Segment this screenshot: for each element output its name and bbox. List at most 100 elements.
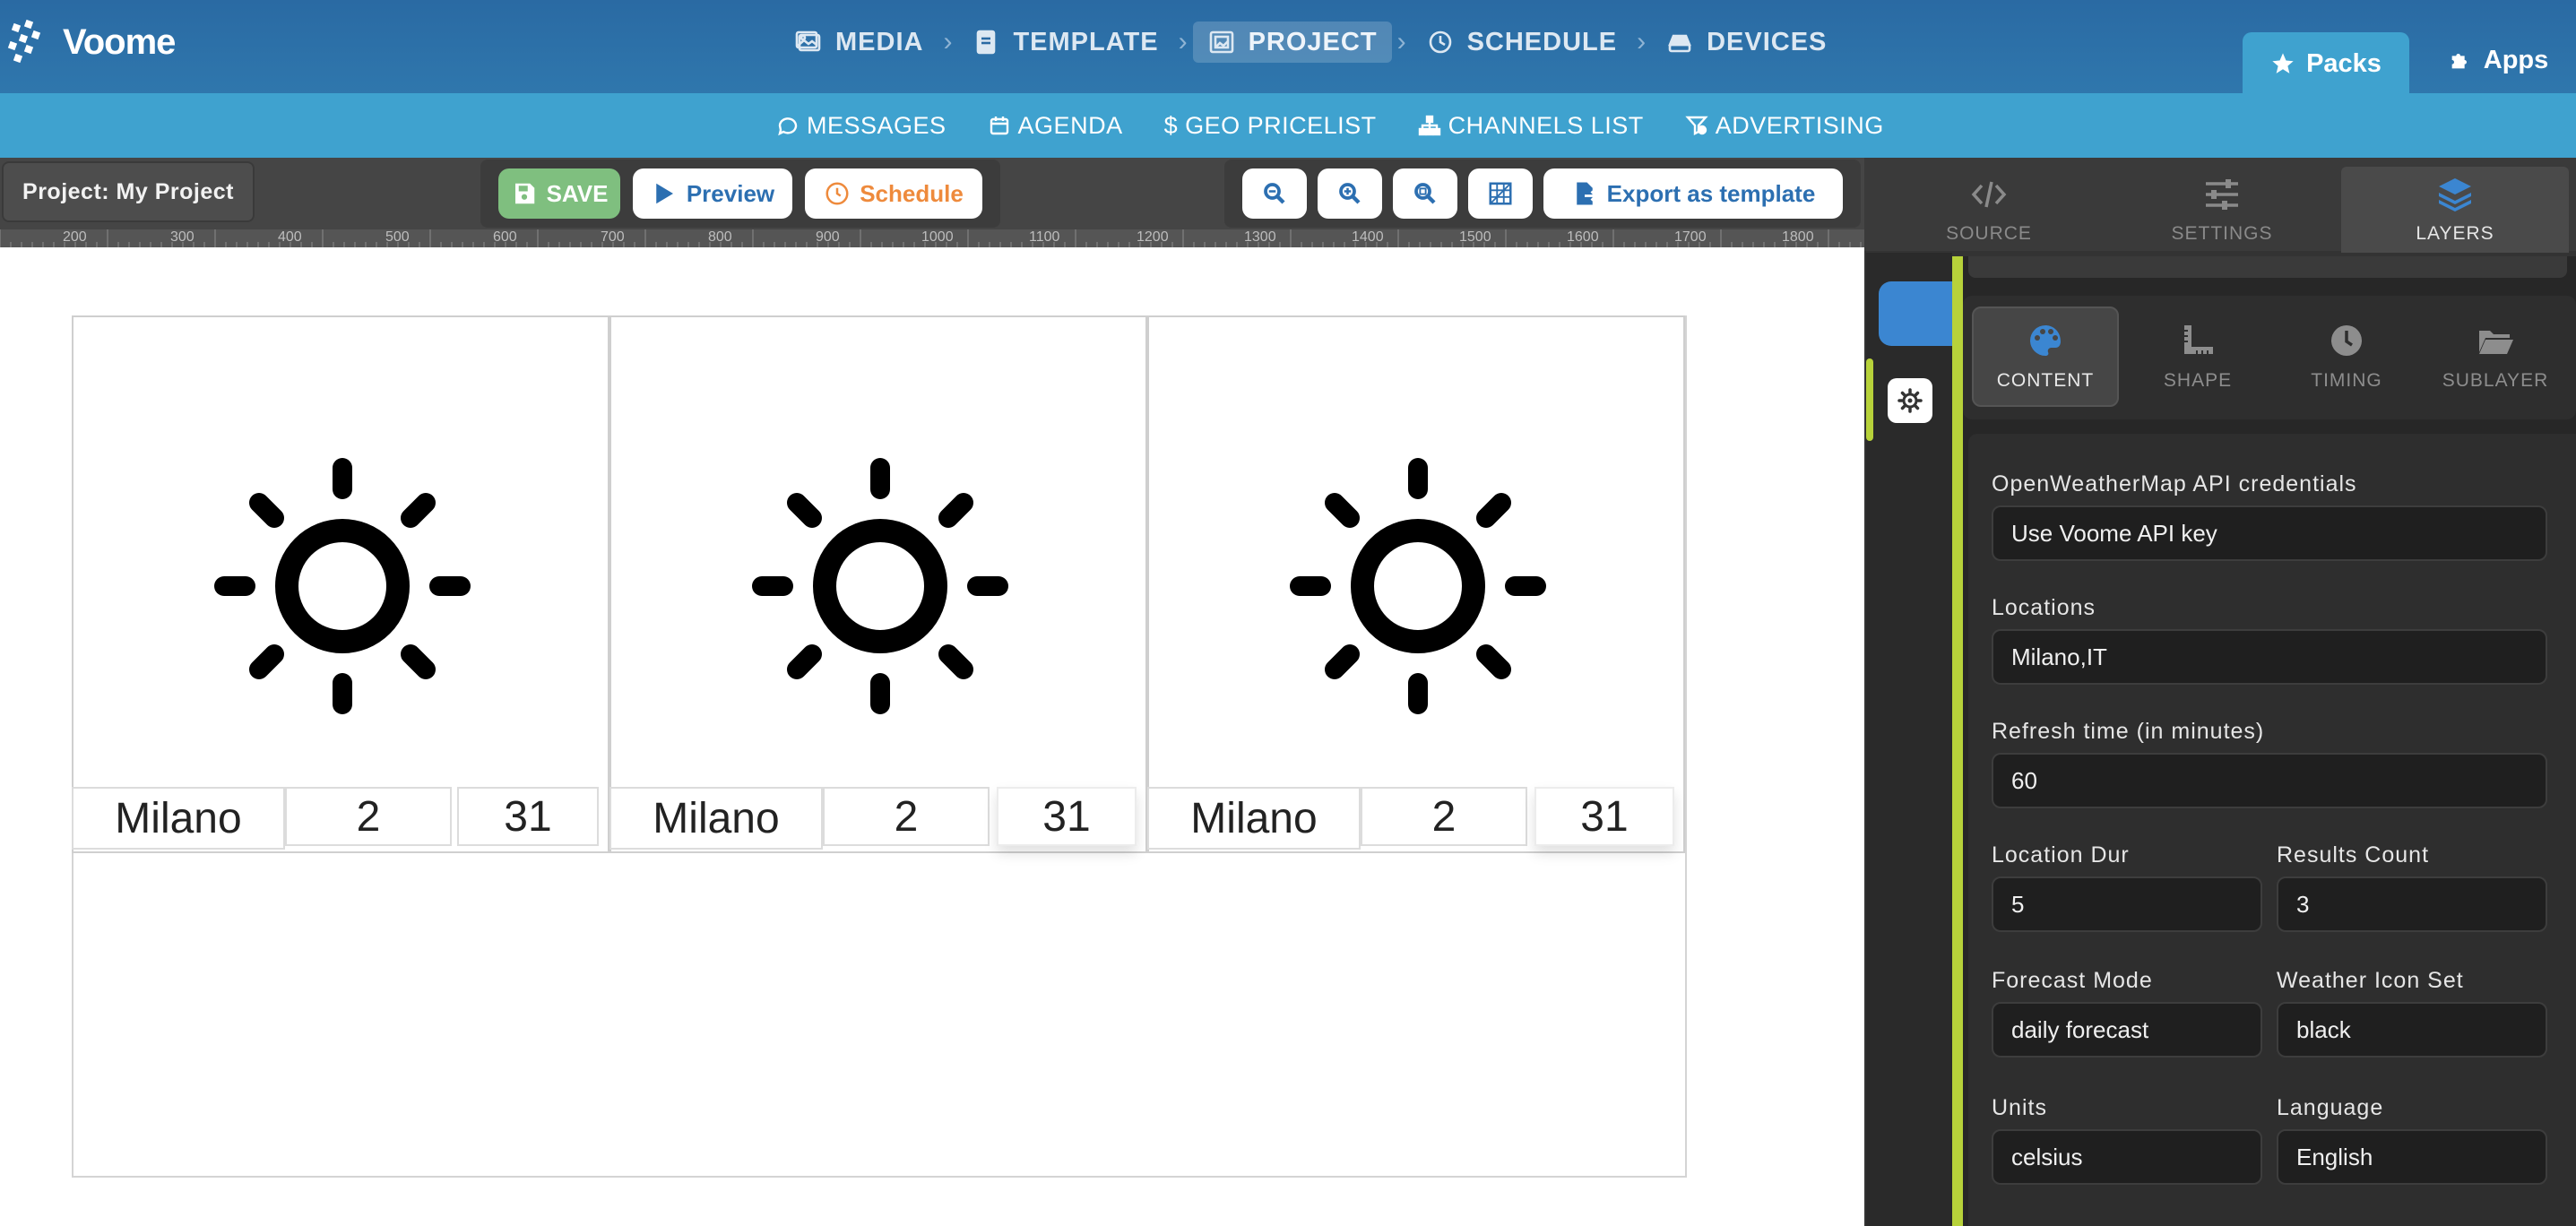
language-select[interactable]: English — [2277, 1129, 2547, 1185]
step-devices-label: DEVICES — [1707, 27, 1828, 56]
folder-icon — [2479, 331, 2513, 354]
tab-sublayer[interactable]: SUBLAYER — [2422, 306, 2569, 407]
image-icon — [795, 30, 821, 52]
temperature-cell: 31 — [997, 787, 1137, 846]
tab-source-label: SOURCE — [1946, 223, 2032, 244]
play-icon — [656, 183, 673, 204]
locations-input[interactable]: Milano,IT — [1992, 629, 2547, 685]
sitemap-icon — [1418, 115, 1440, 136]
units-select[interactable]: celsius — [1992, 1129, 2262, 1185]
day-cell: 2 — [823, 787, 990, 846]
nav-agenda-label: AGENDA — [1017, 111, 1123, 139]
tab-sublayer-label: SUBLAYER — [2442, 370, 2549, 391]
sun-icon — [1290, 458, 1546, 714]
forecast-mode-select[interactable]: daily forecast — [1992, 1002, 2262, 1058]
location-dur-input[interactable]: 5 — [1992, 876, 2262, 932]
refresh-time-input[interactable]: 60 — [1992, 753, 2547, 808]
day-cell: 2 — [1361, 787, 1527, 846]
ruler-label: 1600 — [1567, 229, 1599, 245]
units-label: Units — [1992, 1095, 2047, 1120]
credentials-select[interactable]: Use Voome API key — [1992, 505, 2547, 561]
day-cell: 2 — [285, 787, 452, 846]
floppy-icon — [514, 183, 534, 204]
layer-item-selected[interactable] — [1879, 281, 1954, 346]
document-icon — [977, 30, 996, 55]
tab-content[interactable]: CONTENT — [1972, 306, 2119, 407]
layers-icon — [2439, 178, 2471, 212]
chevron-right-icon: › — [1396, 27, 1406, 56]
nav-advertising[interactable]: ADVERTISING — [1685, 112, 1884, 140]
zoom-out-button[interactable] — [1242, 168, 1307, 219]
sliders-icon — [2206, 179, 2238, 210]
ruler-label: 1800 — [1782, 229, 1814, 245]
packs-tab-label: Packs — [2306, 48, 2382, 78]
city-cell: Milano — [1147, 787, 1361, 850]
chat-icon — [778, 117, 798, 136]
apps-tab-label: Apps — [2483, 45, 2549, 74]
ruler-label: 1700 — [1674, 229, 1707, 245]
grid-toggle-button[interactable] — [1468, 168, 1533, 219]
clock-icon — [826, 182, 849, 205]
chevron-right-icon: › — [943, 27, 953, 56]
sun-icon — [752, 458, 1008, 714]
nav-geo-pricelist-label: GEO PRICELIST — [1185, 111, 1377, 139]
step-schedule-label: SCHEDULE — [1466, 27, 1618, 56]
results-count-input[interactable]: 3 — [2277, 876, 2547, 932]
logo-mark-icon — [7, 19, 41, 64]
ruler-label: 500 — [385, 229, 410, 245]
icon-set-label: Weather Icon Set — [2277, 968, 2464, 993]
ruler-label: 1100 — [1029, 229, 1060, 245]
locations-label: Locations — [1992, 595, 2096, 620]
tab-content-label: CONTENT — [1996, 370, 2095, 391]
nav-geo-pricelist[interactable]: $ GEO PRICELIST — [1164, 112, 1377, 140]
star-icon — [2272, 53, 2294, 73]
wizard-steps: MEDIA › TEMPLATE › PROJECT › SCHEDULE › … — [780, 22, 1841, 63]
nav-messages[interactable]: MESSAGES — [776, 112, 947, 140]
weather-card[interactable]: Milano 2 31 — [72, 315, 609, 853]
step-project[interactable]: PROJECT — [1192, 22, 1392, 63]
step-media[interactable]: MEDIA — [780, 22, 938, 63]
apps-tab[interactable]: Apps — [2420, 32, 2576, 88]
location-dur-label: Location Dur — [1992, 842, 2130, 868]
city-cell: Milano — [72, 787, 285, 850]
tab-timing[interactable]: TIMING — [2273, 306, 2420, 407]
save-button[interactable]: SAVE — [498, 168, 620, 219]
zoom-fit-button[interactable] — [1393, 168, 1457, 219]
preview-button-label: Preview — [686, 179, 775, 207]
ruler-label: 1000 — [921, 229, 954, 245]
voome-logo[interactable]: Voome — [5, 13, 176, 72]
step-schedule[interactable]: SCHEDULE — [1412, 22, 1632, 63]
nav-channels-list[interactable]: CHANNELS LIST — [1418, 112, 1644, 140]
tab-source[interactable]: SOURCE — [1875, 167, 2103, 253]
export-template-button[interactable]: Export as template — [1543, 168, 1843, 219]
step-devices[interactable]: DEVICES — [1651, 22, 1841, 63]
nav-agenda[interactable]: AGENDA — [988, 112, 1123, 140]
zoom-in-button[interactable] — [1318, 168, 1382, 219]
ad-icon — [1685, 116, 1708, 135]
project-name-label: Project: My Project — [2, 161, 255, 222]
dollar-icon: $ — [1163, 111, 1179, 139]
icon-set-select[interactable]: black — [2277, 1002, 2547, 1058]
weather-card[interactable]: Milano 2 31 — [609, 315, 1147, 853]
calendar-icon — [990, 117, 1008, 135]
tab-layers[interactable]: LAYERS — [2341, 167, 2569, 253]
packs-tab[interactable]: Packs — [2243, 32, 2409, 95]
step-template[interactable]: TEMPLATE — [957, 22, 1172, 63]
ruler-label: 1300 — [1244, 229, 1276, 245]
tab-settings[interactable]: SETTINGS — [2108, 167, 2336, 253]
schedule-button[interactable]: Schedule — [805, 168, 982, 219]
weather-card[interactable]: Milano 2 31 — [1147, 315, 1685, 853]
tab-shape-label: SHAPE — [2163, 370, 2233, 391]
tab-shape[interactable]: SHAPE — [2124, 306, 2271, 407]
ruler-label: 400 — [278, 229, 302, 245]
palette-icon — [2030, 325, 2061, 356]
step-project-label: PROJECT — [1248, 27, 1378, 56]
preview-button[interactable]: Preview — [633, 168, 792, 219]
nav-advertising-label: ADVERTISING — [1715, 111, 1884, 139]
save-button-label: SAVE — [546, 179, 609, 207]
device-icon — [1668, 34, 1691, 53]
layer-item-weather[interactable] — [1888, 378, 1932, 423]
ruler-label: 1400 — [1352, 229, 1384, 245]
gear-icon — [1897, 388, 1923, 413]
nav-messages-label: MESSAGES — [807, 111, 947, 139]
